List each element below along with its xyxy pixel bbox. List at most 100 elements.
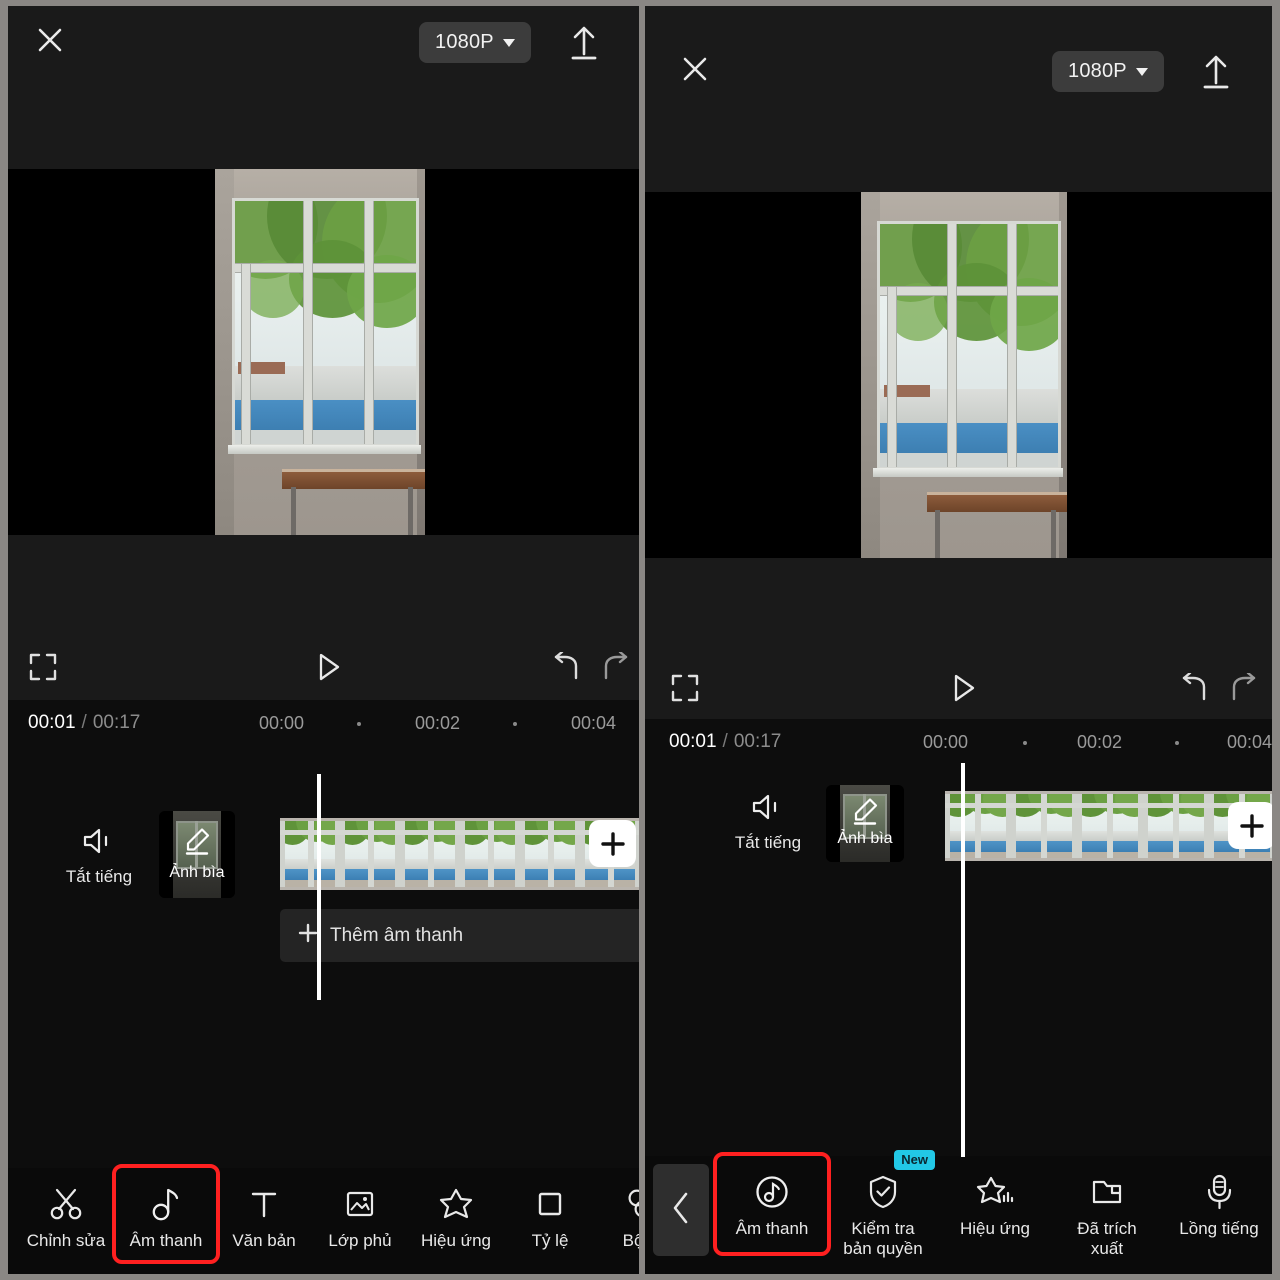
- resolution-button[interactable]: 1080P: [1052, 51, 1164, 92]
- total-time: 00:17: [733, 731, 782, 752]
- play-button[interactable]: [311, 650, 345, 684]
- redo-button[interactable]: [1227, 673, 1259, 703]
- tool-label: Tỷ lệ: [531, 1231, 569, 1250]
- tool-long-tieng[interactable]: Lồng tiếng: [1163, 1156, 1272, 1239]
- ruler-tick-2: 00:04: [571, 713, 617, 733]
- cover-thumbnail-button[interactable]: Ảnh bìa: [826, 785, 904, 862]
- mute-label: Tắt tiếng: [65, 867, 133, 886]
- upload-icon: [1196, 49, 1236, 91]
- redo-button[interactable]: [599, 652, 631, 682]
- resolution-label: 1080P: [1068, 60, 1127, 82]
- filmstrip-frame: [1077, 794, 1143, 858]
- tool-da-trich-xuat[interactable]: Đã trích xuất: [1051, 1156, 1163, 1258]
- fullscreen-icon: [28, 652, 58, 682]
- preview-photo: [215, 169, 425, 535]
- ruler-tick-dot: [1023, 741, 1027, 745]
- ruler-tick-dot: [1175, 741, 1179, 745]
- upload-icon: [564, 20, 604, 62]
- plus-icon: [298, 923, 318, 949]
- chevron-down-icon: [502, 38, 515, 47]
- export-button[interactable]: [1196, 49, 1236, 91]
- tool-lop-phu[interactable]: Lớp phủ: [312, 1168, 408, 1251]
- play-icon: [946, 671, 980, 705]
- chevron-left-icon: [670, 1191, 692, 1230]
- undo-button[interactable]: [551, 652, 583, 682]
- microphone-icon: [1203, 1172, 1235, 1212]
- close-button[interactable]: [30, 20, 70, 60]
- mute-button[interactable]: Tắt tiếng: [727, 792, 809, 853]
- pencil-icon: [850, 797, 880, 832]
- add-clip-button[interactable]: [1228, 802, 1272, 849]
- ruler-tick-dot: [357, 722, 361, 726]
- timeline-tracks-left[interactable]: Tắt tiếng Ảnh bìa Thêm âm thanh: [8, 744, 639, 1168]
- cover-label: Ảnh bìa: [169, 864, 225, 882]
- tool-hieu-ung[interactable]: Hiệu ứng: [939, 1156, 1051, 1239]
- star-icon: [438, 1184, 474, 1224]
- folder-icon: [1090, 1172, 1124, 1212]
- pencil-icon: [182, 827, 212, 862]
- tool-label: Chỉnh sửa: [26, 1231, 106, 1250]
- video-preview-right[interactable]: [645, 192, 1272, 558]
- video-clip-filmstrip[interactable]: [280, 818, 639, 890]
- mute-label: Tắt tiếng: [734, 833, 802, 852]
- play-button[interactable]: [946, 671, 980, 705]
- top-bar-left: 1080P: [8, 6, 639, 78]
- tool-chinh-sua[interactable]: Chỉnh sửa: [16, 1168, 116, 1251]
- tool-am-thanh[interactable]: Âm thanh: [112, 1164, 220, 1264]
- playhead[interactable]: [961, 763, 965, 1157]
- bottom-toolbar-right[interactable]: Âm thanh New Kiểm tra bản quyền Hiệu ứng: [645, 1150, 1272, 1274]
- plus-icon: [1238, 812, 1266, 840]
- mute-button[interactable]: Tắt tiếng: [58, 826, 140, 887]
- redo-icon: [599, 652, 631, 682]
- ruler-tick-1: 00:02: [1077, 732, 1123, 752]
- time-ruler-right[interactable]: 00:01 / 00:17 00:00 00:02 00:04: [645, 719, 1272, 763]
- shield-check-icon: [866, 1172, 900, 1212]
- add-audio-label: Thêm âm thanh: [330, 924, 464, 946]
- overlay-icon: [343, 1184, 377, 1224]
- scissors-icon: [48, 1184, 84, 1224]
- video-preview-left[interactable]: [8, 169, 639, 535]
- current-time: 00:01: [669, 731, 717, 752]
- tool-label: Hiệu ứng: [421, 1231, 491, 1250]
- tool-label: Âm thanh: [735, 1219, 809, 1238]
- tool-hieu-ung[interactable]: Hiệu ứng: [408, 1168, 504, 1251]
- tool-am-thanh[interactable]: Âm thanh: [713, 1152, 831, 1256]
- time-display: 00:01 / 00:17: [669, 731, 781, 753]
- tool-label: Lớp phủ: [328, 1231, 392, 1250]
- cover-label: Ảnh bìa: [837, 830, 893, 848]
- tool-van-ban[interactable]: Văn bản: [216, 1168, 312, 1251]
- filmstrip-frame: [460, 821, 520, 887]
- speaker-mute-icon: [750, 794, 786, 826]
- resolution-button[interactable]: 1080P: [419, 22, 531, 63]
- time-ruler-left[interactable]: 00:01 / 00:17 00:00 00:02 00:04: [8, 700, 639, 744]
- filmstrip-frame: [1143, 794, 1209, 858]
- tool-label: Bộ lọ: [622, 1231, 639, 1250]
- add-audio-row[interactable]: Thêm âm thanh: [280, 909, 639, 962]
- playhead[interactable]: [317, 774, 321, 1000]
- ruler-tick-0: 00:00: [259, 713, 305, 733]
- cover-thumbnail-button[interactable]: Ảnh bìa: [159, 811, 235, 898]
- export-button[interactable]: [564, 20, 604, 62]
- add-clip-button[interactable]: [589, 820, 636, 867]
- player-controls-left: [8, 640, 639, 698]
- tool-label: Văn bản: [232, 1231, 296, 1250]
- ruler-tick-0: 00:00: [923, 732, 969, 752]
- fullscreen-button[interactable]: [670, 673, 700, 703]
- close-button[interactable]: [675, 49, 715, 89]
- square-icon: [534, 1184, 566, 1224]
- bottom-toolbar-left[interactable]: Chỉnh sửa Âm thanh Văn bản Lớp phủ Hiệu …: [8, 1164, 639, 1274]
- back-button[interactable]: [653, 1164, 709, 1256]
- screenshot-root: 1080P 00:01 / 00:17 00:00 00:02 00:04 Tắ…: [0, 0, 1280, 1280]
- player-controls-right: [645, 661, 1272, 719]
- filmstrip-frame: [340, 821, 400, 887]
- music-note-icon: [149, 1184, 183, 1224]
- fullscreen-button[interactable]: [28, 652, 58, 682]
- tool-bo-loc[interactable]: Bộ lọ: [596, 1168, 639, 1251]
- current-time: 00:01: [28, 712, 76, 733]
- panel-right: 1080P 00:01 / 00:17 00:00 00:02 00:04 Tắ…: [645, 6, 1272, 1274]
- video-clip-filmstrip[interactable]: [945, 791, 1272, 861]
- timeline-tracks-right[interactable]: Tắt tiếng Ảnh bìa: [645, 763, 1272, 1168]
- tool-ty-le[interactable]: Tỷ lệ: [504, 1168, 596, 1251]
- undo-button[interactable]: [1179, 673, 1211, 703]
- tool-kiem-tra-ban-quyen[interactable]: New Kiểm tra bản quyền: [827, 1150, 939, 1258]
